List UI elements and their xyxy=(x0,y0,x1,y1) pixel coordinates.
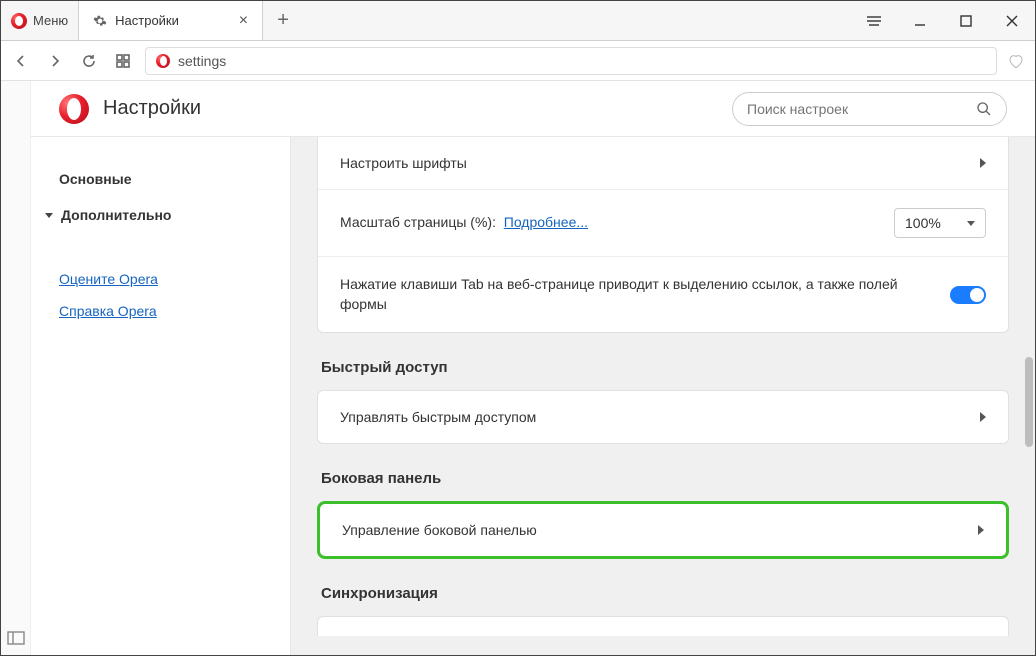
bookmark-heart-icon[interactable] xyxy=(1007,52,1025,70)
speed-dial-button[interactable] xyxy=(111,49,135,73)
section-sidebar: Боковая панель xyxy=(317,444,1009,501)
opera-logo-icon xyxy=(59,94,89,124)
window-controls xyxy=(851,1,1035,40)
sidebar-item-basic[interactable]: Основные xyxy=(31,161,290,197)
row-label: Управлять быстрым доступом xyxy=(340,409,536,425)
row-manage-sidebar[interactable]: Управление боковой панелью xyxy=(320,504,1006,556)
browser-window: Меню Настройки × + xyxy=(0,0,1036,656)
tab-title: Настройки xyxy=(115,13,179,28)
card-sidebar-manage: Управление боковой панелью xyxy=(317,501,1009,559)
row-tab-highlight: Нажатие клавиши Tab на веб-странице прив… xyxy=(318,256,1008,332)
settings-sidebar: Основные Дополнительно Оцените Opera Спр… xyxy=(31,137,291,655)
page-title: Настройки xyxy=(103,97,201,120)
search-input[interactable] xyxy=(747,101,966,117)
settings-header: Настройки xyxy=(31,81,1035,137)
left-gutter xyxy=(1,81,31,655)
content-area: Настройки Основные Дополнительно xyxy=(1,81,1035,655)
sidebar-link-rate[interactable]: Оцените Opera xyxy=(31,263,290,295)
zoom-value: 100% xyxy=(905,215,941,231)
chevron-right-icon xyxy=(980,412,986,422)
opera-icon xyxy=(11,13,27,29)
chevron-right-icon xyxy=(978,525,984,535)
card-appearance: Настроить шрифты Масштаб страницы (%): П… xyxy=(317,137,1009,333)
panel-toggle-icon[interactable] xyxy=(7,631,25,645)
link-label: Справка Opera xyxy=(59,303,157,319)
maximize-button[interactable] xyxy=(943,1,989,41)
easy-setup-button[interactable] xyxy=(851,1,897,41)
chevron-right-icon xyxy=(980,158,986,168)
tab-settings[interactable]: Настройки × xyxy=(78,1,263,40)
titlebar: Меню Настройки × + xyxy=(1,1,1035,41)
card-sync xyxy=(317,616,1009,636)
address-bar: settings xyxy=(1,41,1035,81)
scrollbar-thumb[interactable] xyxy=(1025,357,1033,447)
minimize-button[interactable] xyxy=(897,1,943,41)
row-manage-speed-dial[interactable]: Управлять быстрым доступом xyxy=(318,391,1008,443)
back-button[interactable] xyxy=(9,49,33,73)
learn-more-link[interactable]: Подробнее... xyxy=(504,214,588,230)
search-icon xyxy=(976,101,992,117)
chevron-down-icon xyxy=(967,221,975,226)
row-customize-fonts[interactable]: Настроить шрифты xyxy=(318,137,1008,189)
row-label: Нажатие клавиши Tab на веб-странице прив… xyxy=(340,275,950,314)
reload-button[interactable] xyxy=(77,49,101,73)
gear-icon xyxy=(93,14,107,28)
address-text: settings xyxy=(178,53,986,69)
scrollbar[interactable] xyxy=(1023,137,1033,655)
opera-menu-button[interactable]: Меню xyxy=(1,1,78,40)
card-speed-dial: Управлять быстрым доступом xyxy=(317,390,1009,444)
sidebar-link-help[interactable]: Справка Opera xyxy=(31,295,290,327)
sidebar-item-label: Дополнительно xyxy=(61,207,171,223)
chevron-down-icon xyxy=(45,213,53,218)
settings-main: Основные Дополнительно Оцените Opera Спр… xyxy=(31,137,1035,655)
row-page-zoom: Масштаб страницы (%): Подробнее... 100% xyxy=(318,189,1008,256)
close-button[interactable] xyxy=(989,1,1035,41)
settings-search[interactable] xyxy=(732,92,1007,126)
menu-label: Меню xyxy=(33,13,68,28)
toggle-on[interactable] xyxy=(950,286,986,304)
zoom-select[interactable]: 100% xyxy=(894,208,986,238)
settings-panel: Настроить шрифты Масштаб страницы (%): П… xyxy=(291,137,1035,655)
tab-close-button[interactable]: × xyxy=(239,13,248,29)
opera-icon xyxy=(156,54,170,68)
row-label: Настроить шрифты xyxy=(340,155,467,171)
section-speed-dial: Быстрый доступ xyxy=(317,333,1009,390)
link-label: Оцените Opera xyxy=(59,271,158,287)
sidebar-item-advanced[interactable]: Дополнительно xyxy=(31,197,290,233)
section-sync: Синхронизация xyxy=(317,559,1009,616)
new-tab-button[interactable]: + xyxy=(263,1,303,40)
address-field[interactable]: settings xyxy=(145,47,997,75)
row-label: Управление боковой панелью xyxy=(342,522,537,538)
settings-body: Настройки Основные Дополнительно xyxy=(31,81,1035,655)
sidebar-item-label: Основные xyxy=(59,171,132,187)
row-label: Масштаб страницы (%): Подробнее... xyxy=(340,213,894,233)
forward-button[interactable] xyxy=(43,49,67,73)
